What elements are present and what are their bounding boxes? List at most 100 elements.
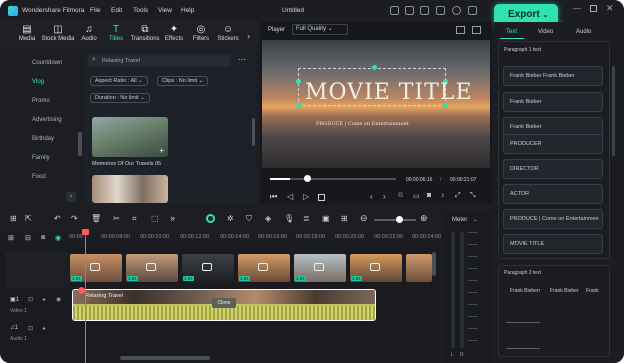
video-clip[interactable]: 1.0s	[126, 254, 178, 282]
save-icon[interactable]	[468, 6, 477, 15]
search-input[interactable]: ⌕ Relaxing Travel	[88, 55, 230, 67]
category-birthday[interactable]: Birthday	[32, 136, 54, 142]
play-icon[interactable]: ▷	[303, 192, 309, 201]
next-marker-icon[interactable]: ›	[383, 192, 386, 201]
tab-audio[interactable]: Audio	[576, 29, 591, 35]
duration-filter[interactable]: Duration : No limit ⌄	[90, 93, 150, 103]
select-tool-icon[interactable]: ⇱	[25, 214, 32, 223]
close-icon[interactable]: ✕	[606, 3, 614, 14]
grid-icon[interactable]	[405, 6, 414, 15]
text-field-1[interactable]: Frank Bieber Frank Bieber	[503, 66, 603, 86]
text-to-speech-icon[interactable]: ≣	[303, 214, 310, 223]
resize-handle[interactable]	[372, 65, 377, 70]
eye-icon[interactable]: ◉	[56, 296, 61, 303]
text-field-p2-1[interactable]: Frank Bieberr	[510, 288, 540, 294]
menu-tools[interactable]: Tools	[133, 7, 148, 14]
microphone-icon[interactable]: 🎙	[284, 214, 294, 223]
category-countdown[interactable]: Countdown	[32, 60, 62, 66]
category-advertising[interactable]: Advertising	[32, 117, 62, 123]
quality-select[interactable]: Full Quality ⌄	[292, 24, 348, 35]
zoom-slider[interactable]	[374, 219, 416, 221]
download-icon[interactable]	[420, 6, 429, 15]
toolbar-media[interactable]: ▤ Media	[13, 24, 41, 42]
prev-marker-icon[interactable]: ‹	[370, 192, 373, 201]
snapshot-tl-icon[interactable]: ▣	[322, 214, 330, 223]
video-clip[interactable]: 1.0s	[182, 254, 234, 282]
text-field-director[interactable]: DIRECTOR	[503, 159, 603, 179]
prev-frame-icon[interactable]: ⏮	[270, 192, 277, 202]
aspect-ratio-filter[interactable]: Aspect Ratio : All ⌄	[90, 76, 148, 86]
redo-icon[interactable]: ↷	[71, 214, 78, 223]
image-icon[interactable]	[472, 26, 481, 34]
toolbar-stickers[interactable]: ☺ Stickers	[214, 24, 242, 42]
undo-icon[interactable]: ↶	[54, 214, 61, 223]
lock-icon[interactable]: ⊡	[28, 296, 33, 303]
crop-icon[interactable]: ⌗	[132, 214, 137, 224]
toolbar-audio[interactable]: ♫ Audio	[75, 24, 103, 42]
audio-mute-icon[interactable]: ◂	[42, 325, 45, 332]
menu-file[interactable]: File	[90, 7, 100, 14]
panel-scrollbar[interactable]	[612, 66, 615, 156]
video-clip[interactable]: 1.0s	[350, 254, 402, 282]
text-field-actor[interactable]: ACTOR	[503, 184, 603, 204]
fullscreen-icon[interactable]	[390, 6, 399, 15]
playhead-knob[interactable]	[304, 175, 311, 182]
text-field-2[interactable]: Frank Bieber	[503, 92, 603, 112]
chevron-down-icon[interactable]: ⌄	[473, 217, 477, 223]
collapse-chevron-icon[interactable]: ‹	[66, 192, 76, 202]
mute-icon[interactable]: ◂	[42, 296, 45, 303]
auto-ripple-icon[interactable]	[206, 214, 215, 223]
more-options-icon[interactable]: ⋯	[238, 55, 246, 64]
toolbar-more-chevron-icon[interactable]: ›	[247, 31, 250, 41]
add-icon[interactable]: +	[159, 146, 164, 155]
video-clip[interactable]	[406, 254, 432, 282]
monitor-icon[interactable]: ▭	[413, 192, 420, 200]
shield-icon[interactable]: ⛉	[246, 214, 252, 224]
render-icon[interactable]: ⧉	[398, 192, 403, 200]
tab-text[interactable]: Text	[506, 29, 517, 35]
text-field-movie-title[interactable]: MOVIE TITLE	[503, 234, 603, 254]
timeline-scrollbar[interactable]	[120, 356, 210, 360]
menu-help[interactable]: Help	[181, 7, 194, 14]
video-clip[interactable]: 1.0s	[238, 254, 290, 282]
fit-icon[interactable]: ⤢	[455, 192, 461, 200]
library-scrollbar[interactable]	[252, 118, 255, 146]
category-food[interactable]: Food	[32, 174, 46, 180]
speed-icon[interactable]: ⊞	[341, 214, 348, 223]
timeline-vscrollbar[interactable]	[432, 252, 436, 276]
category-promo[interactable]: Promo	[32, 98, 50, 104]
step-back-icon[interactable]: ◁	[287, 192, 293, 201]
transform-icon[interactable]: ⬚	[151, 214, 159, 223]
resize-handle[interactable]	[296, 79, 301, 84]
resize-handle[interactable]	[296, 103, 301, 108]
video-clip[interactable]: 1.0s	[294, 254, 346, 282]
cloud-icon[interactable]	[452, 6, 461, 15]
text-field-produce[interactable]: PRODUCE | Come on Entertainmen	[503, 209, 603, 229]
zoom-out-icon[interactable]: ⊖	[360, 213, 368, 224]
playhead-line[interactable]	[85, 229, 86, 363]
toolbar-transitions[interactable]: ⧉ Transitions	[128, 24, 162, 42]
text-field-producer[interactable]: PRODUCER	[503, 134, 603, 154]
tab-video[interactable]: Video	[538, 29, 553, 35]
snapshot-icon[interactable]	[456, 26, 465, 34]
template-thumbnail-2[interactable]	[92, 175, 168, 203]
audio-lock-icon[interactable]: ⊡	[28, 325, 33, 332]
video-clip[interactable]: 1.0s	[70, 254, 122, 282]
maximize-icon[interactable]	[590, 5, 597, 12]
produce-subtitle-text[interactable]: PRODUCE | Come on Entertainment	[316, 121, 409, 127]
delete-icon[interactable]: 🗑	[91, 214, 101, 223]
color-match-icon[interactable]: ✲	[227, 214, 234, 223]
menu-view[interactable]: View	[158, 7, 172, 14]
template-thumbnail[interactable]: +	[92, 117, 168, 157]
split-icon[interactable]: ✂	[113, 214, 120, 223]
more-tools-icon[interactable]: »	[170, 213, 175, 223]
snap-icon[interactable]: ◉	[55, 234, 61, 242]
toolbar-filters[interactable]: ◎ Filters	[187, 24, 215, 42]
layout-icon[interactable]: ⊞	[10, 214, 17, 223]
toolbar-stock-media[interactable]: ◫ Stock Media	[40, 24, 76, 42]
category-family[interactable]: Family	[32, 155, 50, 161]
text-field-p2-3[interactable]: Frank	[586, 288, 599, 294]
camera-icon[interactable]: ◙	[427, 192, 431, 199]
marker-icon[interactable]: ◈	[265, 214, 271, 223]
fullscreen-player-icon[interactable]: ⤡	[470, 192, 476, 200]
